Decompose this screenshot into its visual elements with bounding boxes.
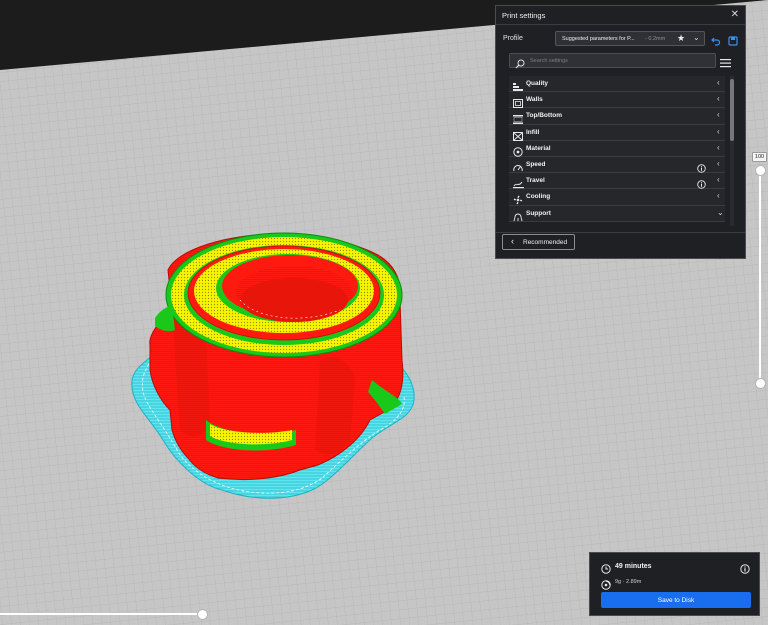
print-output-panel: 49 minutes 9g · 2.89m Save to Disk (589, 552, 760, 616)
layer-slider-bottom-handle[interactable] (755, 378, 766, 389)
category-label: Top/Bottom (526, 112, 562, 120)
info-icon[interactable] (740, 561, 750, 579)
profile-layer-height: - 0.2mm (645, 36, 666, 42)
search-box[interactable] (509, 53, 716, 69)
layer-slider-track[interactable] (759, 170, 761, 384)
search-icon (515, 56, 525, 74)
category-travel[interactable]: Travel ‹ (509, 173, 725, 190)
panel-header: Print settings ✕ (496, 6, 745, 25)
chevron-left-icon: ‹ (717, 142, 720, 152)
settings-scrollbar-thumb[interactable] (730, 79, 734, 141)
chevron-left-icon: ‹ (717, 126, 720, 136)
category-material[interactable]: Material ‹ (509, 140, 725, 157)
chevron-down-icon[interactable]: ⌄ (693, 33, 700, 42)
material-usage: 9g · 2.89m (615, 579, 642, 585)
layer-slider-top-handle[interactable] (755, 165, 766, 176)
chevron-left-icon: ‹ (717, 175, 720, 185)
category-top-bottom[interactable]: Top/Bottom ‹ (509, 108, 725, 125)
chevron-left-icon: ‹ (717, 191, 720, 201)
recommended-label: Recommended (523, 239, 568, 246)
category-label: Infill (526, 128, 540, 136)
save-to-disk-button[interactable]: Save to Disk (601, 592, 751, 608)
save-icon[interactable] (728, 33, 738, 51)
category-cooling[interactable]: Cooling ‹ (509, 189, 725, 206)
panel-divider (496, 232, 745, 233)
hamburger-icon[interactable] (720, 55, 731, 73)
star-icon[interactable]: ★ (677, 33, 685, 44)
print-time: 49 minutes (615, 563, 652, 570)
settings-category-list: Quality ‹ Walls ‹ Top/Bottom ‹ Infill ‹ … (509, 76, 725, 226)
category-walls[interactable]: Walls ‹ (509, 92, 725, 109)
profile-dropdown[interactable]: Suggested parameters for P... - 0.2mm ★ … (555, 31, 705, 46)
category-speed[interactable]: Speed ‹ (509, 156, 725, 174)
chevron-down-icon: ⌄ (717, 207, 724, 217)
category-quality[interactable]: Quality ‹ (509, 76, 725, 93)
category-label: Speed (526, 160, 546, 168)
category-label: Walls (526, 96, 543, 104)
close-icon[interactable]: ✕ (731, 9, 739, 20)
category-label: Travel (526, 177, 545, 185)
print-settings-panel: Print settings ✕ Profile Suggested param… (495, 5, 746, 259)
simulation-slider-track[interactable] (0, 613, 203, 615)
category-label: Support (526, 209, 551, 217)
category-support[interactable]: Support ⌄ (509, 205, 725, 222)
panel-title: Print settings (502, 11, 546, 20)
category-label: Quality (526, 80, 549, 87)
chevron-left-icon: ‹ (717, 110, 720, 120)
chevron-left-icon: ‹ (717, 158, 720, 168)
simulation-slider-handle[interactable] (197, 609, 208, 620)
support-icon (513, 209, 523, 227)
category-label: Material (526, 144, 551, 152)
profile-label: Profile (503, 35, 523, 42)
undo-icon[interactable] (711, 33, 721, 51)
chevron-left-icon: ‹ (717, 78, 720, 87)
chevron-left-icon: ‹ (717, 94, 720, 104)
search-input[interactable] (530, 55, 710, 66)
recommended-button[interactable]: ‹ Recommended (502, 234, 575, 250)
category-infill[interactable]: Infill ‹ (509, 124, 725, 141)
layer-number-input[interactable]: 100 (752, 152, 767, 162)
chevron-left-icon: ‹ (511, 236, 514, 246)
profile-name: Suggested parameters for P... (562, 36, 635, 42)
category-label: Cooling (526, 193, 551, 201)
